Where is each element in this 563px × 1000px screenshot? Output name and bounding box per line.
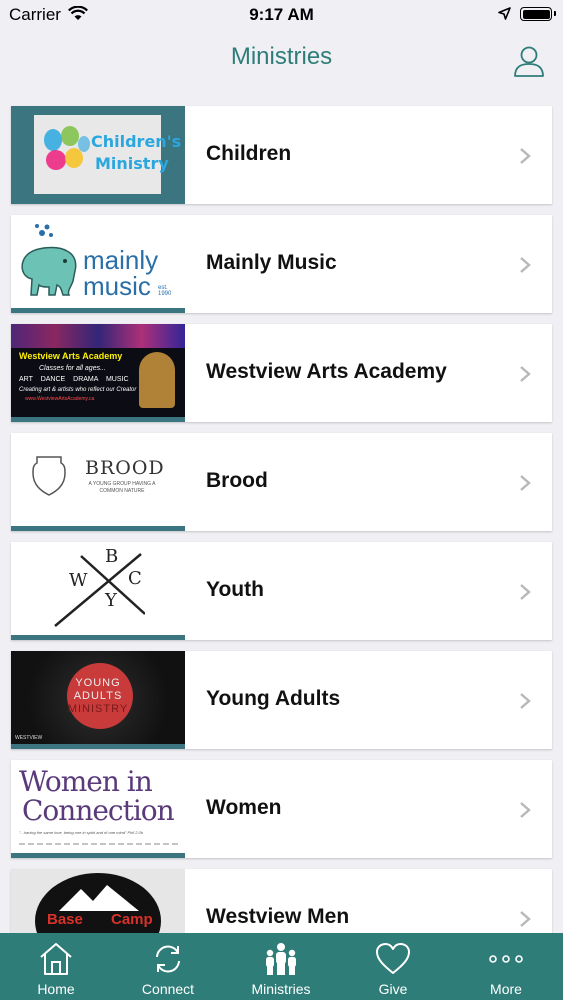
tab-more[interactable]: More	[450, 933, 562, 1000]
chevron-right-icon	[520, 366, 531, 382]
ministries-list: Children's Ministry Children mainly musi…	[11, 106, 552, 978]
thumb-line1: Base	[47, 911, 83, 928]
tab-ministries[interactable]: Ministries	[225, 933, 337, 1000]
chevron-right-icon	[520, 802, 531, 818]
youth-letter-y: Y	[105, 590, 117, 611]
thumb-quote: "...having the same love, being one in s…	[19, 830, 144, 835]
thumb-sub: A YOUNG GROUP HAVING A COMMON NATURE	[88, 481, 156, 494]
mainly-music-logo: mainly music est. 1990	[11, 215, 185, 313]
thumb-sub: Creating art & artists who reflect our C…	[19, 387, 137, 393]
chevron-right-icon	[520, 911, 531, 927]
children-ministry-logo: Children's Ministry	[11, 106, 185, 204]
list-item-mainly-music[interactable]: mainly music est. 1990 Mainly Music	[11, 215, 552, 313]
row-label: Brood	[206, 469, 268, 492]
heart-icon	[376, 943, 410, 974]
shield-icon	[32, 456, 66, 496]
row-label: Mainly Music	[206, 251, 337, 274]
women-in-connection-logo: Women in Connection "...having the same …	[11, 760, 185, 858]
thumb-line2: Ministry	[95, 154, 169, 173]
row-label: Women	[206, 796, 282, 819]
home-icon	[40, 943, 72, 975]
nav-bar: Ministries	[0, 30, 563, 90]
chevron-right-icon	[520, 693, 531, 709]
list-item-westview-arts-academy[interactable]: Westview Arts Academy Classes for all ag…	[11, 324, 552, 422]
thumb-brand: WESTVIEW	[15, 735, 43, 741]
chevron-right-icon	[520, 148, 531, 164]
tab-connect[interactable]: Connect	[112, 933, 224, 1000]
tab-home[interactable]: Home	[0, 933, 112, 1000]
list-item-brood[interactable]: BROOD A YOUNG GROUP HAVING A COMMON NATU…	[11, 433, 552, 531]
brood-logo: BROOD A YOUNG GROUP HAVING A COMMON NATU…	[11, 433, 185, 531]
row-label: Westview Men	[206, 905, 350, 928]
tab-label: Give	[378, 981, 408, 997]
list-item-young-adults[interactable]: YOUNG ADULTS MINISTRY WESTVIEW Young Adu…	[11, 651, 552, 749]
row-label: Youth	[206, 578, 264, 601]
thumb-line1: Children's	[91, 132, 182, 151]
sync-icon	[156, 945, 180, 973]
page-title: Ministries	[230, 43, 333, 70]
tab-label: Home	[37, 981, 75, 997]
thumb-disciplines: ART DANCE DRAMA MUSIC	[19, 376, 129, 383]
thumb-line3: MINISTRY	[67, 703, 129, 715]
thumb-title: Westview Arts Academy	[19, 351, 123, 361]
list-item-youth[interactable]: B W C Y Youth	[11, 542, 552, 640]
row-label: Westview Arts Academy	[206, 360, 447, 383]
thumb-url: www.WestviewArtsAcademy.ca	[25, 396, 95, 402]
person-icon[interactable]	[512, 44, 546, 78]
thumb-line2: Connection	[22, 794, 175, 827]
list-item-children[interactable]: Children's Ministry Children	[11, 106, 552, 204]
thumb-line2: music	[83, 271, 151, 301]
tab-label: More	[490, 981, 522, 997]
chevron-right-icon	[520, 584, 531, 600]
status-bar: Carrier 9:17 AM	[0, 0, 563, 30]
thumb-title: BROOD	[85, 457, 165, 479]
battery-icon	[520, 7, 556, 21]
people-icon	[266, 943, 296, 975]
chevron-right-icon	[520, 257, 531, 273]
chevron-right-icon	[520, 475, 531, 491]
more-icon	[489, 955, 523, 963]
tab-give[interactable]: Give	[337, 933, 449, 1000]
tab-bar: Home Connect Ministries Give More	[0, 933, 563, 1000]
row-label: Young Adults	[206, 687, 341, 710]
young-adults-logo: YOUNG ADULTS MINISTRY WESTVIEW	[11, 651, 185, 749]
tab-label: Ministries	[251, 981, 311, 997]
thumb-line1: YOUNG	[75, 677, 121, 689]
arts-academy-logo: Westview Arts Academy Classes for all ag…	[11, 324, 185, 422]
youth-letter-c: C	[128, 568, 142, 589]
tab-label: Connect	[141, 981, 195, 997]
thumb-line2: Camp	[111, 911, 153, 928]
thumb-est: est. 1990	[158, 285, 172, 297]
status-time: 9:17 AM	[249, 5, 314, 24]
youth-letter-w: W	[69, 570, 88, 591]
row-label: Children	[206, 142, 292, 165]
thumb-tagline: Classes for all ages...	[39, 365, 106, 372]
list-item-women[interactable]: Women in Connection "...having the same …	[11, 760, 552, 858]
youth-logo: B W C Y	[11, 542, 185, 640]
youth-letter-b: B	[105, 546, 119, 567]
thumb-line2: ADULTS	[73, 690, 123, 702]
location-arrow-icon	[498, 7, 511, 20]
